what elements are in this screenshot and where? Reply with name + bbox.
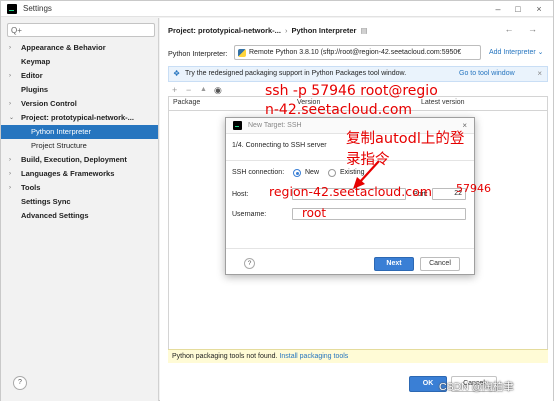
annotation-username: root (302, 206, 327, 220)
breadcrumb: Project: prototypical-network-... › Python… (168, 26, 368, 35)
eye-icon[interactable]: ◉ (214, 84, 222, 96)
next-button[interactable]: Next (374, 257, 414, 271)
breadcrumb-project[interactable]: Project: prototypical-network-... (168, 26, 281, 35)
cancel-button[interactable]: Cancel (420, 257, 460, 271)
interpreter-value: Remote Python 3.8.10 (sftp://root@region… (249, 49, 462, 56)
sidebar-item-label: Advanced Settings (21, 211, 89, 220)
interpreter-select[interactable]: Remote Python 3.8.10 (sftp://root@region… (234, 45, 481, 60)
settings-search-input[interactable]: Q+ (7, 23, 155, 37)
sidebar-item-label: Project: prototypical-network-... (21, 113, 134, 122)
info-icon: ❖ (173, 69, 181, 78)
window-title: Settings (23, 4, 52, 13)
annotation-cn-line-1: 复制autodl上的登 (346, 131, 465, 147)
sidebar-item-settings-sync[interactable]: Settings Sync (1, 195, 158, 209)
csdn-watermark: CSDN @陶柏聿 (439, 381, 514, 393)
pycharm-icon (7, 4, 17, 14)
annotation-ssh-command: ssh -p 57946 root@regio n-42.seetacloud.… (265, 82, 438, 120)
python-icon (238, 49, 246, 57)
chevron-right-icon: › (9, 101, 11, 107)
sidebar-item-plugins[interactable]: Plugins (1, 83, 158, 97)
sidebar-item-label: Python Interpreter (31, 127, 92, 136)
sidebar-item-languages[interactable]: › Languages & Frameworks (1, 167, 158, 181)
chevron-right-icon: › (9, 157, 11, 163)
warning-text: Python packaging tools not found. (172, 353, 278, 360)
add-package-icon[interactable]: + (172, 84, 177, 96)
project-scope-icon: ▤ (360, 26, 368, 35)
annotation-ssh-line-1: ssh -p 57946 root@regio (265, 83, 438, 99)
help-button[interactable]: ? (13, 376, 27, 390)
maximize-button[interactable]: □ (511, 3, 525, 15)
radio-existing[interactable] (328, 169, 336, 177)
sidebar-item-label: Editor (21, 71, 43, 80)
packaging-banner: ❖ Try the redesigned packaging support i… (168, 66, 548, 82)
interpreter-label: Python Interpreter: (168, 49, 228, 58)
wizard-step-title: 1/4. Connecting to SSH server (232, 142, 327, 149)
settings-window: Settings – □ × Q+ › Appearance & Behavio… (0, 0, 554, 401)
pycharm-icon (233, 121, 242, 130)
host-label: Host: (232, 191, 249, 198)
sidebar-item-label: Keymap (21, 57, 51, 66)
chevron-down-icon: ⌄ (9, 115, 15, 121)
sidebar-item-label: Plugins (21, 85, 49, 94)
sidebar-item-build[interactable]: › Build, Execution, Deployment (1, 153, 158, 167)
divider (226, 248, 474, 249)
sidebar-item-label: Settings Sync (21, 197, 71, 206)
column-package[interactable]: Package (173, 99, 200, 106)
install-packaging-tools-link[interactable]: Install packaging tools (279, 353, 348, 360)
sidebar-item-project-structure[interactable]: Project Structure (1, 139, 158, 153)
banner-text: Try the redesigned packaging support in … (185, 70, 407, 77)
search-icon: Q+ (11, 26, 22, 35)
annotation-ssh-line-2: n-42.seetacloud.com (265, 102, 413, 118)
sidebar-item-python-interpreter[interactable]: Python Interpreter (1, 125, 158, 139)
chevron-right-icon: › (9, 45, 11, 51)
sidebar-item-version-control[interactable]: › Version Control (1, 97, 158, 111)
sidebar-item-advanced-settings[interactable]: Advanced Settings (1, 209, 158, 223)
dialog-title: New Target: SSH (248, 122, 302, 129)
minimize-button[interactable]: – (491, 3, 505, 15)
sidebar-item-label: Project Structure (31, 141, 87, 150)
help-button[interactable]: ? (244, 258, 255, 269)
radio-new[interactable] (293, 169, 301, 177)
username-label: Username: (232, 211, 267, 218)
chevron-right-icon: › (9, 171, 11, 177)
sidebar-item-tools[interactable]: › Tools (1, 181, 158, 195)
packaging-warning: Python packaging tools not found. Instal… (168, 349, 548, 363)
sidebar-item-appearance[interactable]: › Appearance & Behavior (1, 41, 158, 55)
upgrade-package-icon[interactable]: ▲ (200, 84, 207, 96)
title-bar: Settings – □ × (1, 1, 553, 17)
chevron-right-icon: › (9, 185, 11, 191)
interpreter-row: Python Interpreter: Remote Python 3.8.10… (168, 45, 548, 61)
breadcrumb-separator: › (284, 26, 288, 35)
settings-sidebar: Q+ › Appearance & Behavior Keymap › Edit… (1, 18, 159, 401)
sidebar-item-label: Build, Execution, Deployment (21, 155, 127, 164)
sidebar-item-label: Appearance & Behavior (21, 43, 106, 52)
radio-new-label[interactable]: New (305, 169, 319, 176)
breadcrumb-page: Python Interpreter (291, 26, 357, 35)
annotation-port: 57946 (456, 182, 491, 195)
go-to-tool-window-link[interactable]: Go to tool window (459, 70, 515, 77)
close-icon[interactable]: × (537, 69, 542, 78)
sidebar-item-label: Languages & Frameworks (21, 169, 115, 178)
sidebar-item-label: Tools (21, 183, 41, 192)
chevron-right-icon: › (9, 73, 11, 79)
remove-package-icon[interactable]: − (186, 84, 191, 96)
close-window-button[interactable]: × (532, 3, 546, 15)
sidebar-item-label: Version Control (21, 99, 77, 108)
sidebar-item-editor[interactable]: › Editor (1, 69, 158, 83)
annotation-host: region-42.seetacloud.com (269, 184, 432, 199)
back-forward-arrows[interactable]: ← → (504, 24, 543, 34)
sidebar-item-project[interactable]: ⌄ Project: prototypical-network-... (1, 111, 158, 125)
add-interpreter-link[interactable]: Add Interpreter ⌄ (489, 48, 544, 56)
sidebar-item-keymap[interactable]: Keymap (1, 55, 158, 69)
ssh-connection-label: SSH connection: (232, 169, 285, 176)
